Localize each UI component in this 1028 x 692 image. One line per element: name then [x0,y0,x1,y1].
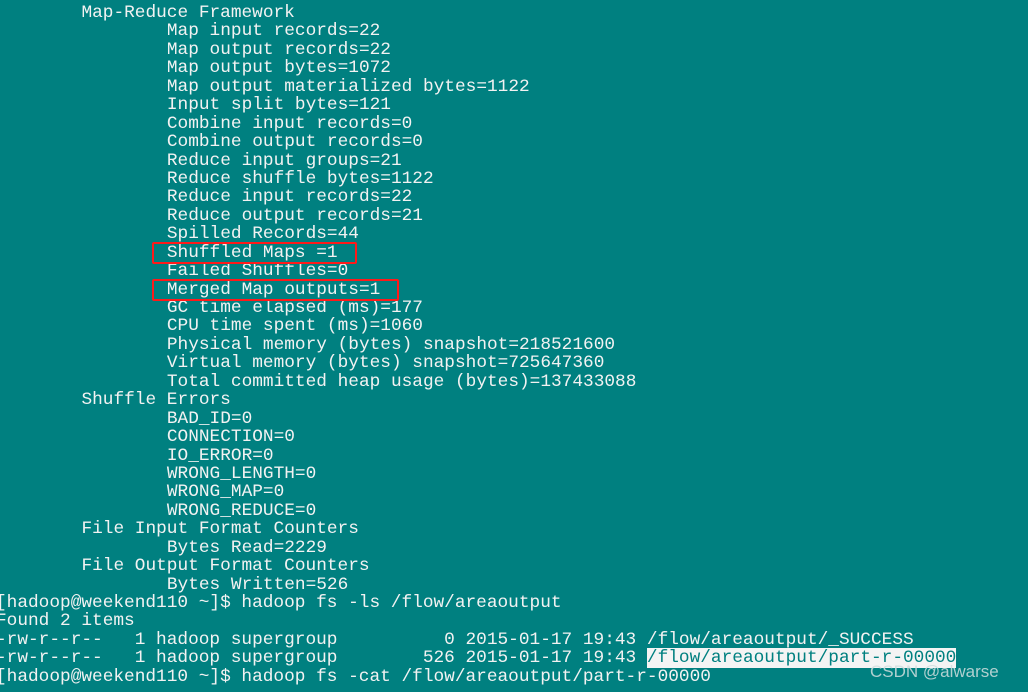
terminal-line: CONNECTION=0 [0,428,956,446]
terminal-line: Map output materialized bytes=1122 [0,78,956,96]
line-text: BAD_ID=0 [166,408,253,429]
terminal-line: Bytes Read=2229 [0,537,956,558]
line-text: Map output bytes=1072 [166,58,391,79]
line-text: -rw-r--r-- 1 hadoop supergroup 526 2015-… [0,648,647,669]
terminal-line: Merged Map outputs=1 [0,280,956,299]
annotation-box [151,241,357,264]
terminal-line: GC time elapsed (ms)=177 [0,299,956,317]
line-text: [hadoop@weekend110 ~]$ hadoop fs -ls /fl… [0,593,562,613]
terminal-output[interactable]: Map-Reduce Framework Map input records=22… [0,4,957,686]
line-text: Bytes Written=526 [166,574,349,595]
terminal-line: Found 2 items [0,612,956,630]
terminal-line: Shuffled Maps =1 [0,243,956,262]
line-text: File Input Format Counters [81,519,359,540]
line-text: Map input records=22 [166,21,381,42]
terminal-line: -rw-r--r-- 1 hadoop supergroup 0 2015-01… [0,631,956,649]
watermark: CSDN @alwarse [870,662,999,681]
terminal-line: Input split bytes=121 [0,96,956,114]
terminal-line: Reduce shuffle bytes=1122 [0,170,956,188]
line-text: Shuffle Errors [81,390,231,411]
line-text: Reduce input records=22 [166,187,413,208]
terminal-line: Failed Shuffles=0 [0,262,956,280]
terminal-line: Reduce input groups=21 [0,150,956,171]
line-text: Total committed heap usage (bytes)=13743… [166,371,637,392]
annotation-box [151,278,400,301]
terminal-line: Map output bytes=1072 [0,59,956,77]
line-text: Found 2 items [0,611,135,632]
line-text: Physical memory (bytes) snapshot=2185216… [166,334,616,355]
terminal-line: Bytes Written=526 [0,574,956,595]
terminal-line: Shuffle Errors [0,391,956,409]
line-text: Virtual memory (bytes) snapshot=72564736… [166,353,605,374]
line-text: File Output Format Counters [81,556,370,577]
terminal-line: IO_ERROR=0 [0,445,956,466]
terminal-line: WRONG_REDUCE=0 [0,502,956,520]
line-text: WRONG_REDUCE=0 [166,500,317,521]
terminal-line: Map-Reduce Framework [0,4,956,22]
terminal-line: Combine input records=0 [0,113,956,134]
terminal-line: Reduce input records=22 [0,188,956,206]
line-text: GC time elapsed (ms)=177 [166,298,423,318]
terminal-line: WRONG_MAP=0 [0,483,956,501]
terminal-line: Reduce output records=21 [0,207,956,225]
terminal-line: Spilled Records=44 [0,225,956,243]
terminal-line: File Input Format Counters [0,520,956,538]
terminal-line: [hadoop@weekend110 ~]$ hadoop fs -cat /f… [0,668,956,686]
line-text: Input split bytes=121 [166,95,391,116]
line-text: [hadoop@weekend110 ~]$ hadoop fs -cat /f… [0,666,711,687]
line-text: Combine input records=0 [166,113,413,134]
line-text: Map output materialized bytes=1122 [166,76,530,97]
terminal-line: Map input records=22 [0,22,956,40]
line-text: Reduce input groups=21 [166,150,402,171]
terminal-line: Map output records=22 [0,41,956,59]
terminal-line: BAD_ID=0 [0,408,956,429]
terminal-line: [hadoop@weekend110 ~]$ hadoop fs -ls /fl… [0,594,956,612]
line-text: Bytes Read=2229 [166,537,327,558]
line-text: Reduce shuffle bytes=1122 [166,168,434,189]
line-text: Map output records=22 [166,39,391,60]
line-text: IO_ERROR=0 [166,445,274,466]
line-text: Combine output records=0 [166,132,423,153]
line-text: Map-Reduce Framework [81,3,295,23]
terminal-line: Combine output records=0 [0,133,956,151]
terminal-line: Total committed heap usage (bytes)=13743… [0,373,956,391]
line-text: WRONG_MAP=0 [166,482,285,503]
terminal-line: File Output Format Counters [0,557,956,575]
terminal-line: Physical memory (bytes) snapshot=2185216… [0,336,956,354]
line-text: -rw-r--r-- 1 hadoop supergroup 0 2015-01… [0,629,914,650]
terminal-line: WRONG_LENGTH=0 [0,465,956,483]
line-text: CONNECTION=0 [166,427,295,448]
line-text: Reduce output records=21 [166,205,423,226]
terminal-line: -rw-r--r-- 1 hadoop supergroup 526 2015-… [0,648,957,669]
terminal-line: CPU time spent (ms)=1060 [0,317,956,335]
line-text: CPU time spent (ms)=1060 [166,316,423,337]
terminal-line: Virtual memory (bytes) snapshot=72564736… [0,354,956,372]
line-text: WRONG_LENGTH=0 [166,463,317,484]
